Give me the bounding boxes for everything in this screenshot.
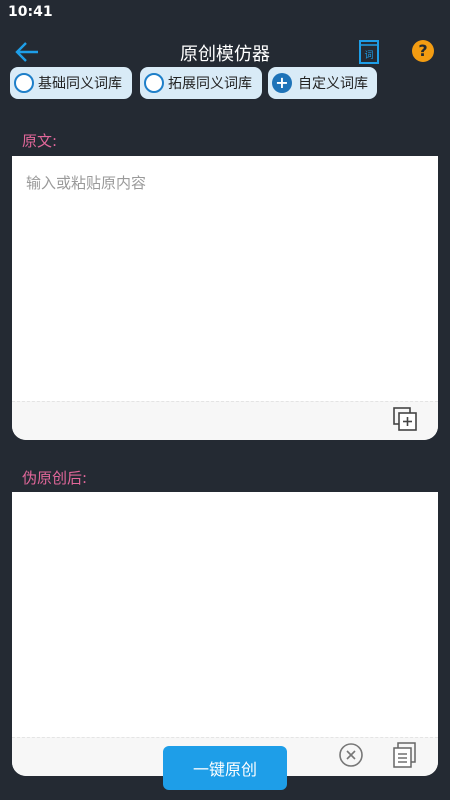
chip-basic-synonyms[interactable]: 基础同义词库 xyxy=(10,67,132,99)
svg-text:词: 词 xyxy=(364,50,373,61)
source-label: 原文: xyxy=(22,132,58,150)
source-toolbar xyxy=(12,401,438,440)
source-input[interactable]: 输入或粘贴原内容 xyxy=(26,172,146,193)
plus-circle-icon: + xyxy=(272,73,292,93)
chip-label: 自定义词库 xyxy=(298,76,368,92)
status-bar: 10:41 xyxy=(0,0,450,26)
result-label: 伪原创后: xyxy=(22,469,88,487)
dictionary-icon[interactable]: 词 xyxy=(356,38,382,66)
status-time: 10:41 xyxy=(8,4,53,20)
result-card xyxy=(12,492,438,776)
chip-label: 基础同义词库 xyxy=(38,76,122,92)
radio-unchecked-icon xyxy=(14,73,34,93)
clear-icon[interactable] xyxy=(338,742,364,768)
radio-unchecked-icon xyxy=(144,73,164,93)
help-icon[interactable]: ? xyxy=(412,40,434,62)
app-bar: 原创模仿器 词 ? xyxy=(0,34,450,70)
convert-button[interactable]: 一键原创 xyxy=(163,746,287,790)
page-title: 原创模仿器 xyxy=(180,44,270,65)
copy-icon[interactable] xyxy=(392,741,418,769)
source-card: 输入或粘贴原内容 xyxy=(12,156,438,440)
chip-extended-synonyms[interactable]: 拓展同义词库 xyxy=(140,67,262,99)
chip-label: 拓展同义词库 xyxy=(168,76,252,92)
chip-custom-dictionary[interactable]: + 自定义词库 xyxy=(268,67,377,99)
paste-icon[interactable] xyxy=(392,406,418,432)
